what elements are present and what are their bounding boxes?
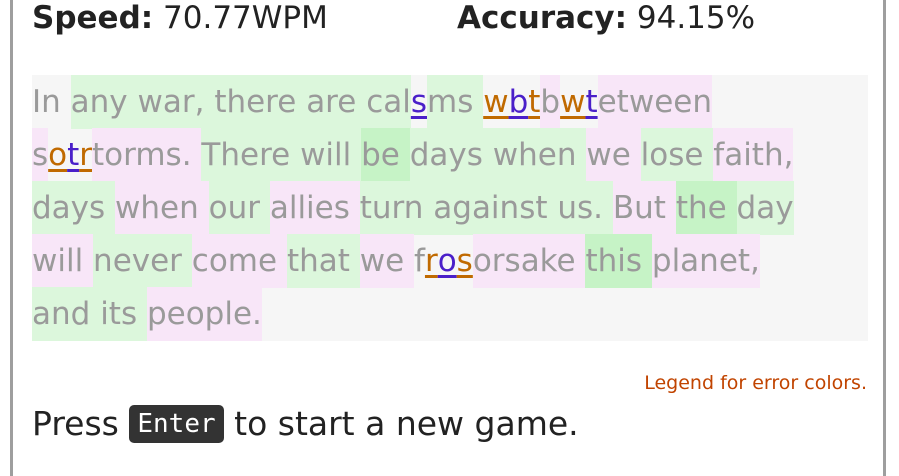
text-segment: we xyxy=(359,234,415,288)
text-segment: torms. xyxy=(92,128,202,182)
speed-stat: Speed: 70.77WPM xyxy=(32,0,328,36)
text-segment: days xyxy=(32,181,116,235)
error-char: s xyxy=(456,243,473,279)
error-char: t xyxy=(528,84,541,120)
text-segment: people. xyxy=(146,287,262,341)
text-segment: will xyxy=(300,128,362,182)
prompt-text-before: Press xyxy=(32,404,119,443)
legend-link[interactable]: Legend for error colors. xyxy=(644,372,867,394)
error-char: s xyxy=(410,84,427,120)
accuracy-label: Accuracy: xyxy=(457,0,628,36)
text-segment: any xyxy=(70,75,138,129)
text-segment: the xyxy=(675,181,737,235)
text-segment: There xyxy=(201,128,301,182)
typing-text-area: In any war, there are calsms wbtbwtetwee… xyxy=(32,75,868,341)
text-segment: when xyxy=(492,128,587,182)
text-segment: we xyxy=(586,128,641,182)
text-segment: b xyxy=(540,75,561,129)
error-char: w xyxy=(560,84,586,120)
text-segment: s xyxy=(32,128,49,182)
text-segment: us. xyxy=(557,181,613,235)
text-segment: etween xyxy=(597,75,712,129)
text-line: will never come that we frosorsake this … xyxy=(32,234,760,288)
text-segment: planet, xyxy=(651,234,760,288)
text-segment: turn xyxy=(359,181,434,235)
text-segment: that xyxy=(286,234,360,288)
new-game-prompt: Press Enter to start a new game. xyxy=(32,404,579,443)
text-segment: its xyxy=(100,287,147,341)
text-segment: and xyxy=(32,287,101,341)
text-segment: ms xyxy=(427,75,484,129)
accuracy-stat: Accuracy: 94.15% xyxy=(457,0,755,36)
text-segment: there xyxy=(214,75,307,129)
text-segment: will xyxy=(32,234,94,288)
speed-label: Speed: xyxy=(32,0,154,36)
text-segment: orsake xyxy=(472,234,586,288)
text-segment: days xyxy=(409,128,493,182)
text-line: sotrtorms. There will be days when we lo… xyxy=(32,128,794,182)
text-line: days when our allies turn against us. Bu… xyxy=(32,181,794,235)
error-char: o xyxy=(437,243,457,279)
text-segment: against xyxy=(433,181,558,235)
speed-value: 70.77WPM xyxy=(163,0,328,36)
accuracy-value: 94.15% xyxy=(636,0,756,36)
error-char: r xyxy=(79,137,93,173)
error-char: b xyxy=(508,84,529,120)
text-segment: allies xyxy=(269,181,360,235)
text-segment: But xyxy=(612,181,676,235)
error-char: t xyxy=(67,137,80,173)
prompt-text-after: to start a new game. xyxy=(234,404,579,443)
error-char: o xyxy=(48,137,68,173)
text-segment: our xyxy=(208,181,270,235)
text-segment: lose xyxy=(640,128,714,182)
error-char: t xyxy=(585,84,598,120)
enter-key-badge: Enter xyxy=(129,405,224,443)
text-segment: never xyxy=(93,234,192,288)
text-segment: f xyxy=(414,243,425,279)
text-segment: when xyxy=(115,181,209,235)
text-segment: this xyxy=(585,234,652,288)
text-segment: In xyxy=(32,84,71,120)
text-line: and its people. xyxy=(32,287,262,341)
text-segment: war, xyxy=(137,75,215,129)
text-line: In any war, there are calsms wbtbwtetwee… xyxy=(32,75,712,129)
text-segment: come xyxy=(191,234,287,288)
text-segment: faith, xyxy=(713,128,794,182)
text-segment: be xyxy=(361,128,410,182)
text-segment: are xyxy=(306,75,367,129)
text-segment: day xyxy=(736,181,794,235)
text-segment: cal xyxy=(366,75,411,129)
error-char: w xyxy=(483,84,509,120)
error-char: r xyxy=(424,243,438,279)
